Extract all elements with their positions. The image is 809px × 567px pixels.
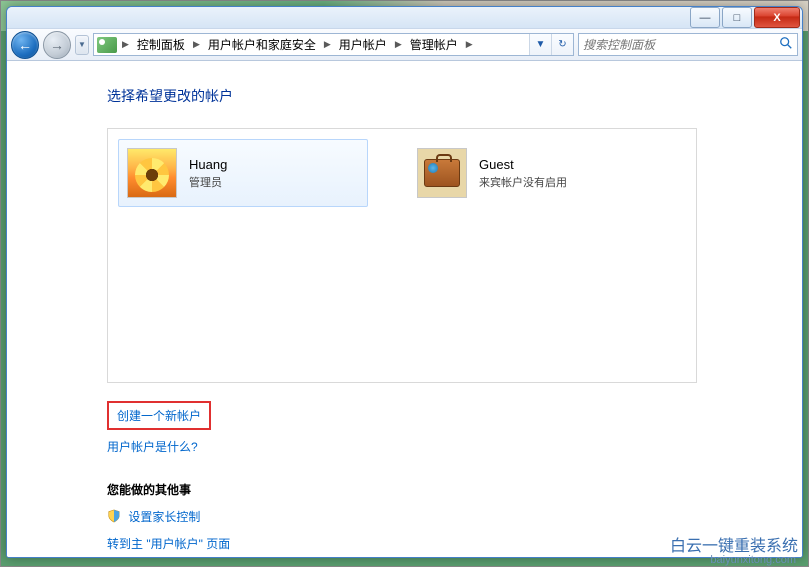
maximize-button[interactable]: □	[722, 7, 752, 28]
history-dropdown[interactable]: ▼	[75, 35, 89, 55]
minimize-button[interactable]: —	[690, 7, 720, 28]
other-things-heading: 您能做的其他事	[107, 481, 802, 498]
what-is-user-account-link[interactable]: 用户帐户是什么?	[107, 436, 198, 457]
content-area: 选择希望更改的帐户 Huang 管理员 Guest 来宾帐户没有启用 创建一个	[7, 61, 802, 557]
highlight-annotation: 创建一个新帐户	[107, 401, 211, 430]
address-dropdown[interactable]: ▼	[529, 34, 551, 55]
account-role: 管理员	[189, 174, 227, 190]
breadcrumb-sep-icon: ▶	[120, 39, 131, 50]
navigation-bar: ← → ▼ ▶ 控制面板 ▶ 用户帐户和家庭安全 ▶ 用户帐户 ▶ 管理帐户 ▶…	[7, 29, 802, 61]
account-tile-guest[interactable]: Guest 来宾帐户没有启用	[408, 139, 658, 207]
search-input[interactable]	[583, 38, 779, 52]
parental-controls-link[interactable]: 设置家长控制	[128, 506, 200, 527]
breadcrumb-sep-icon: ▶	[322, 39, 333, 50]
window-titlebar: — □ X	[7, 7, 802, 29]
breadcrumb-sep-icon: ▶	[393, 39, 404, 50]
page-title: 选择希望更改的帐户	[107, 86, 802, 106]
breadcrumb-control-panel[interactable]: 控制面板	[131, 34, 191, 55]
goto-main-accounts-link[interactable]: 转到主 "用户帐户" 页面	[107, 533, 230, 554]
account-name: Guest	[479, 157, 567, 172]
create-new-account-link[interactable]: 创建一个新帐户	[117, 405, 201, 426]
account-role: 来宾帐户没有启用	[479, 174, 567, 190]
breadcrumb-user-accounts-safety[interactable]: 用户帐户和家庭安全	[202, 34, 322, 55]
breadcrumb-sep-icon: ▶	[464, 39, 475, 50]
control-panel-window: — □ X ← → ▼ ▶ 控制面板 ▶ 用户帐户和家庭安全 ▶ 用户帐户 ▶ …	[6, 6, 803, 558]
close-button[interactable]: X	[754, 7, 800, 28]
refresh-button[interactable]: ↻	[551, 34, 573, 55]
avatar-flower-icon	[127, 148, 177, 198]
forward-button[interactable]: →	[43, 31, 71, 59]
accounts-list: Huang 管理员 Guest 来宾帐户没有启用	[107, 128, 697, 383]
address-bar[interactable]: ▶ 控制面板 ▶ 用户帐户和家庭安全 ▶ 用户帐户 ▶ 管理帐户 ▶ ▼ ↻	[93, 33, 574, 56]
search-icon[interactable]	[779, 36, 793, 53]
avatar-suitcase-icon	[417, 148, 467, 198]
shield-icon	[107, 509, 121, 523]
breadcrumb-manage-accounts[interactable]: 管理帐户	[404, 34, 464, 55]
breadcrumb-sep-icon: ▶	[191, 39, 202, 50]
account-tile-huang[interactable]: Huang 管理员	[118, 139, 368, 207]
search-box[interactable]	[578, 33, 798, 56]
account-name: Huang	[189, 157, 227, 172]
back-button[interactable]: ←	[11, 31, 39, 59]
breadcrumb-user-accounts[interactable]: 用户帐户	[333, 34, 393, 55]
location-icon	[97, 37, 117, 53]
